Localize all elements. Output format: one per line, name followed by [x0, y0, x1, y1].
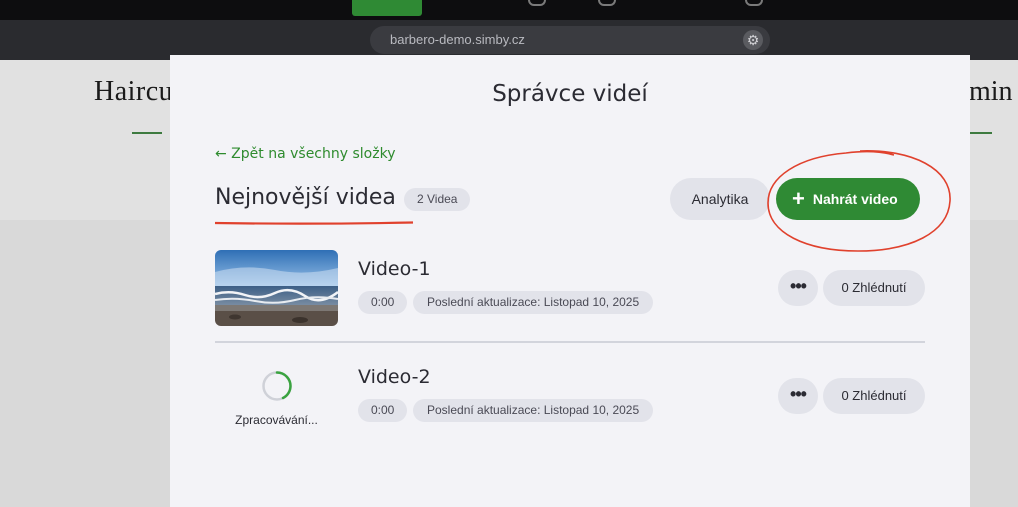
video-title[interactable]: Video-2 [358, 366, 431, 388]
analytics-button[interactable]: Analytika [670, 178, 770, 220]
toolbar-icon[interactable] [598, 0, 616, 6]
beach-thumbnail-image [215, 250, 338, 326]
video-row[interactable]: Zpracovávání... Video-2 0:00 Poslední ak… [215, 356, 925, 436]
processing-indicator: Zpracovávání... [215, 370, 338, 427]
last-updated-badge: Poslední aktualizace: Listopad 10, 2025 [413, 399, 654, 422]
views-badge[interactable]: 0 Zhlédnutí [823, 378, 925, 414]
processing-label: Zpracovávání... [235, 413, 318, 427]
browser-top-bar [0, 0, 1018, 20]
duration-badge: 0:00 [358, 399, 408, 422]
back-to-folders-link[interactable]: ← Zpět na všechny složky [215, 146, 395, 162]
video-manager-modal: Správce videí ← Zpět na všechny složky N… [170, 55, 970, 507]
active-toolbar-tab[interactable] [352, 0, 422, 16]
views-badge[interactable]: 0 Zhlédnutí [823, 270, 925, 306]
folder-title: Nejnovější videa [215, 185, 396, 210]
video-thumbnail[interactable] [215, 250, 338, 326]
more-options-button[interactable]: ••• [778, 378, 818, 414]
spinner-icon [261, 371, 292, 401]
annotation-circle [767, 150, 951, 252]
toolbar-icon[interactable] [528, 0, 546, 6]
url-field[interactable]: barbero-demo.simby.cz [370, 26, 770, 54]
duration-badge: 0:00 [358, 291, 408, 314]
background-divider [132, 132, 162, 134]
modal-title: Správce videí [492, 81, 648, 107]
video-count-badge: 2 Videa [404, 188, 471, 211]
more-options-button[interactable]: ••• [778, 270, 818, 306]
video-title[interactable]: Video-1 [358, 258, 431, 280]
toolbar-icon[interactable] [745, 0, 763, 6]
annotation-underline [214, 221, 414, 225]
video-row[interactable]: Video-1 0:00 Poslední aktualizace: Listo… [215, 248, 925, 328]
row-divider [215, 341, 925, 343]
background-heading-left: Haircu [94, 76, 174, 107]
last-updated-badge: Poslední aktualizace: Listopad 10, 2025 [413, 291, 654, 314]
site-settings-gear-icon[interactable]: ⚙ [743, 30, 763, 50]
